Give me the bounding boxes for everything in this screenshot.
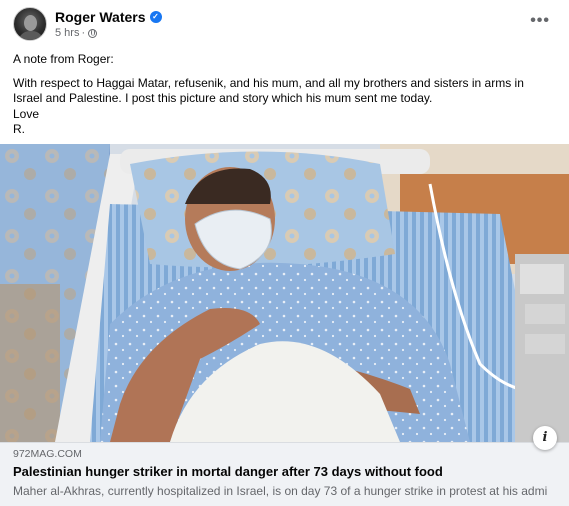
author-name-row: Roger Waters ✓ — [55, 9, 162, 25]
link-preview[interactable]: i 972MAG.COM Palestinian hunger striker … — [0, 426, 569, 506]
info-icon[interactable]: i — [533, 426, 557, 450]
avatar-face — [24, 15, 37, 31]
verified-badge-icon: ✓ — [149, 11, 162, 23]
hospital-bed-photo — [0, 144, 569, 442]
author-name[interactable]: Roger Waters — [55, 9, 146, 25]
globe-icon[interactable] — [88, 28, 98, 38]
post-text: A note from Roger: With respect to Hagga… — [13, 52, 558, 138]
post-text-line: Love — [13, 106, 40, 121]
post-text-line: R. — [13, 122, 25, 136]
post-text-line: A note from Roger: — [13, 52, 114, 66]
post-timestamp[interactable]: 5 hrs — [55, 27, 79, 39]
link-description: Maher al-Akhras, currently hospitalized … — [13, 484, 548, 498]
post-photo[interactable] — [0, 144, 569, 442]
avatar-body — [18, 31, 44, 40]
facebook-post: Roger Waters ✓ 5 hrs · ••• A note from R… — [0, 0, 569, 506]
author-avatar[interactable] — [13, 7, 47, 41]
link-headline[interactable]: Palestinian hunger striker in mortal dan… — [13, 464, 443, 479]
post-header: Roger Waters ✓ 5 hrs · ••• — [0, 0, 569, 44]
meta-separator: · — [81, 27, 86, 39]
link-domain: 972MAG.COM — [13, 448, 82, 460]
post-meta: 5 hrs · — [55, 27, 98, 39]
more-options-icon[interactable]: ••• — [530, 12, 550, 30]
post-text-line: Israel and Palestine. I post this pictur… — [13, 91, 433, 105]
post-text-line: With respect to Haggai Matar, refusenik,… — [13, 75, 524, 90]
